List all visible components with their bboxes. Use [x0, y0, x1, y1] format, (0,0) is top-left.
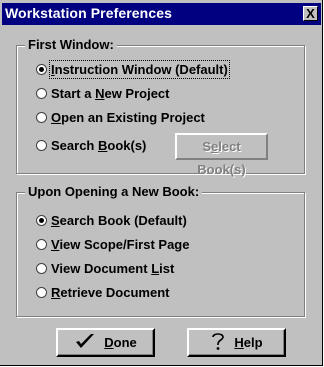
radio-indicator: [36, 87, 47, 99]
help-label: Help: [234, 335, 263, 350]
first-window-label: First Window:: [25, 37, 117, 52]
close-button[interactable]: X: [303, 6, 318, 21]
radio-indicator: [36, 238, 47, 250]
radio-instruction-window[interactable]: Instruction Window (Default): [36, 59, 230, 79]
done-label: Done: [104, 335, 137, 350]
radio-indicator: [36, 286, 47, 298]
radio-label: Instruction Window (Default): [49, 59, 230, 79]
radio-open-existing-project[interactable]: Open an Existing Project: [36, 108, 205, 126]
radio-indicator: [36, 111, 47, 123]
radio-label: Start a New Project: [51, 85, 170, 101]
radio-search-book[interactable]: Search Book (Default): [36, 211, 187, 229]
question-mark-icon: [210, 331, 226, 354]
radio-indicator: [36, 63, 47, 75]
radio-retrieve-document[interactable]: Retrieve Document: [36, 283, 169, 301]
checkmark-icon: [74, 332, 96, 353]
select-books-button[interactable]: Select Book(s): [175, 133, 268, 177]
radio-label: Open an Existing Project: [51, 109, 205, 125]
workstation-preferences-dialog: Workstation Preferences X First Window: …: [0, 0, 323, 366]
close-icon: X: [306, 6, 315, 21]
opening-book-label: Upon Opening a New Book:: [25, 184, 203, 199]
radio-view-scope[interactable]: View Scope/First Page: [36, 235, 189, 253]
radio-indicator: [36, 262, 47, 274]
radio-search-books[interactable]: Search Book(s): [36, 136, 146, 154]
radio-label: Retrieve Document: [51, 284, 170, 300]
done-button[interactable]: Done: [56, 328, 155, 357]
radio-view-document-list[interactable]: View Document List: [36, 259, 174, 277]
radio-label: View Scope/First Page: [51, 236, 190, 252]
radio-indicator: [36, 139, 47, 151]
radio-start-new-project[interactable]: Start a New Project: [36, 84, 170, 102]
radio-label: Search Book (Default): [51, 212, 187, 228]
radio-label: Search Book(s): [51, 137, 147, 153]
radio-label: View Document List: [51, 260, 175, 276]
title-bar[interactable]: Workstation Preferences X: [2, 3, 321, 25]
help-button[interactable]: Help: [187, 328, 286, 357]
radio-indicator: [36, 214, 47, 226]
window-title: Workstation Preferences: [5, 5, 172, 21]
